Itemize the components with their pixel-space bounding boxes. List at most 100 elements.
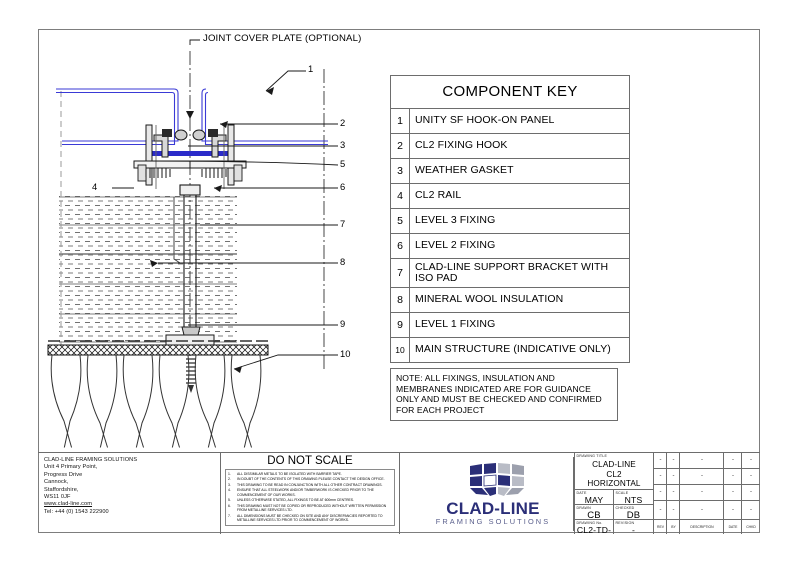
- revision-cell-value: -: [659, 489, 662, 495]
- key-label: LEVEL 3 FIXING: [415, 214, 496, 227]
- key-number: 7: [391, 259, 410, 287]
- table-row: 4 CL2 RAIL: [391, 184, 629, 209]
- revision-cell-value: -: [732, 473, 734, 479]
- table-row: 8 MINERAL WOOL INSULATION: [391, 288, 629, 313]
- key-label: CL2 RAIL: [415, 189, 462, 202]
- key-label: MAIN STRUCTURE (INDICATIVE ONLY): [415, 343, 611, 356]
- list-item: 2. IN DOUBT OF THE CONTENTS OF THIS DRAWI…: [228, 477, 392, 481]
- company-address-block: CLAD-LINE FRAMING SOLUTIONS Unit 4 Prima…: [44, 457, 174, 516]
- drawn-label: DRAWN: [576, 505, 591, 510]
- note-text: ENSURE THAT ALL STEELWORK AND/OR TIMBERW…: [237, 488, 374, 497]
- revision-header: DESCRIPTION: [690, 525, 714, 529]
- callout-7: 7: [340, 218, 346, 229]
- do-not-scale-list: 1. ALL DISSIMILAR METALS TO BE ISOLATED W…: [225, 469, 395, 526]
- drawing-number-cell: DRAWING No. CL2-TD-01: [574, 520, 614, 534]
- checked-cell: CHECKED DB: [614, 505, 654, 520]
- date-cell: DATE MAY 2022: [574, 490, 614, 505]
- insulation-zone: [59, 195, 237, 355]
- callout-4: 4: [92, 181, 98, 192]
- table-row: 6 LEVEL 2 FIXING: [391, 234, 629, 259]
- table-row: 9 LEVEL 1 FIXING: [391, 313, 629, 338]
- revision-value: -: [631, 525, 636, 534]
- revision-cell-value: -: [732, 507, 734, 513]
- drawing-number-value: CL2-TD-01: [576, 525, 612, 534]
- table-row: 1 UNITY SF HOOK-ON PANEL: [391, 109, 629, 134]
- list-item: 3. THIS DRAWING TO BE READ IN CONJUNCTION…: [228, 483, 392, 487]
- key-label: CL2 FIXING HOOK: [415, 139, 508, 152]
- callout-5: 5: [340, 158, 346, 169]
- level-1-fixing: [165, 326, 215, 393]
- revision-cell-value: -: [701, 457, 703, 463]
- revision-cell-value: -: [701, 489, 703, 495]
- component-key-title: COMPONENT KEY: [391, 76, 629, 109]
- key-label: UNITY SF HOOK-ON PANEL: [415, 114, 555, 127]
- callout-1: 1: [308, 63, 314, 74]
- callout-10: 10: [340, 348, 351, 359]
- revision-label: REVISION: [615, 520, 635, 525]
- do-not-scale-block: DO NOT SCALE 1. ALL DISSIMILAR METALS TO …: [220, 453, 400, 534]
- address-line: WS11 0JF: [44, 494, 71, 501]
- revision-cell-value: -: [659, 507, 662, 513]
- joint-cover-plate-label: JOINT COVER PLATE (OPTIONAL): [203, 33, 362, 44]
- revision-cell-value: -: [750, 507, 752, 513]
- checked-value: DB: [626, 510, 641, 520]
- website-link[interactable]: www.clad-line.com: [44, 501, 92, 507]
- revision-header: BY: [671, 525, 676, 529]
- scale-label: SCALE: [615, 490, 629, 495]
- list-item: 5. UNLESS OTHERWISE STATED, ALL FIXINGS T…: [228, 498, 392, 502]
- revision-cell-value: -: [750, 489, 752, 495]
- checked-label: CHECKED: [615, 505, 635, 510]
- drawing-number-label: DRAWING No.: [576, 520, 603, 525]
- key-number: 4: [391, 184, 410, 208]
- scale-value: NTS: [624, 495, 643, 505]
- list-item: 7. ALL DIMENSIONS MUST BE CHECKED ON SITE…: [228, 514, 392, 523]
- revision-header: CHKD: [746, 525, 756, 529]
- table-row: 10 MAIN STRUCTURE (INDICATIVE ONLY): [391, 338, 629, 362]
- company-logo: CLAD-LINE FRAMING SOLUTIONS: [424, 457, 574, 531]
- revision-cell-value: -: [659, 457, 662, 463]
- callout-2: 2: [340, 117, 346, 128]
- key-label: CLAD-LINE SUPPORT BRACKET WITH ISO PAD: [415, 260, 609, 284]
- note-text: IN DOUBT OF THE CONTENTS OF THIS DRAWING…: [237, 477, 385, 482]
- key-label: LEVEL 1 FIXING: [415, 318, 496, 331]
- key-label: WEATHER GASKET: [415, 164, 514, 177]
- main-structure-deck: [50, 354, 262, 450]
- table-row: 2 CL2 FIXING HOOK: [391, 134, 629, 159]
- key-number: 10: [391, 338, 410, 362]
- drawing-title-line: CLAD-LINE: [592, 460, 636, 469]
- telephone: Tel: +44 (0) 1543 222900: [44, 508, 109, 515]
- revision-cell-value: -: [672, 489, 675, 495]
- scale-cell: SCALE NTS: [614, 490, 654, 505]
- revision-cell-value: -: [750, 457, 752, 463]
- clad-line-cube-icon: [470, 463, 524, 496]
- table-row: 5 LEVEL 3 FIXING: [391, 209, 629, 234]
- revision-cell-value: -: [732, 457, 734, 463]
- drawing-title-cell: DRAWING TITLE CLAD-LINE CL2 HORIZONTAL S…: [574, 453, 654, 490]
- key-number: 6: [391, 234, 410, 258]
- revision-table: - - - - - - - - - - - - - - - - - - - -: [654, 453, 760, 534]
- key-number: 1: [391, 109, 410, 133]
- callout-6: 6: [340, 181, 346, 192]
- key-label: LEVEL 2 FIXING: [415, 239, 496, 252]
- title-block: CLAD-LINE FRAMING SOLUTIONS Unit 4 Prima…: [38, 452, 760, 534]
- note-text: ALL DISSIMILAR METALS TO BE ISOLATED WIT…: [237, 472, 342, 476]
- address-line: Staffordshire,: [44, 486, 79, 493]
- main-structure-hatch: [47, 344, 269, 356]
- revision-cell-value: -: [701, 507, 703, 513]
- list-item: 1. ALL DISSIMILAR METALS TO BE ISOLATED W…: [228, 472, 392, 476]
- logo-tagline: FRAMING SOLUTIONS: [435, 517, 551, 526]
- drawn-cell: DRAWN CB: [574, 505, 614, 520]
- drawing-sheet: JOINT COVER PLATE (OPTIONAL) 1 2 3 4 5 6…: [0, 0, 800, 566]
- drawing-title-line: HORIZONTAL SECTION DETAIL: [580, 479, 648, 489]
- do-not-scale-heading: DO NOT SCALE: [267, 455, 353, 467]
- drawing-title-label: DRAWING TITLE: [576, 453, 608, 458]
- revision-header: REV: [657, 525, 664, 529]
- revision-cell-value: -: [732, 489, 734, 495]
- callout-9: 9: [340, 318, 346, 329]
- note-text: ALL DIMENSIONS MUST BE CHECKED ON SITE A…: [237, 513, 383, 522]
- revision-cell-value: -: [659, 473, 662, 479]
- list-item: 6. THIS DRAWING MUST NOT BE COPIED OR REP…: [228, 504, 392, 513]
- key-number: 5: [391, 209, 410, 233]
- key-number: 2: [391, 134, 410, 158]
- date-value: MAY 2022: [584, 495, 604, 505]
